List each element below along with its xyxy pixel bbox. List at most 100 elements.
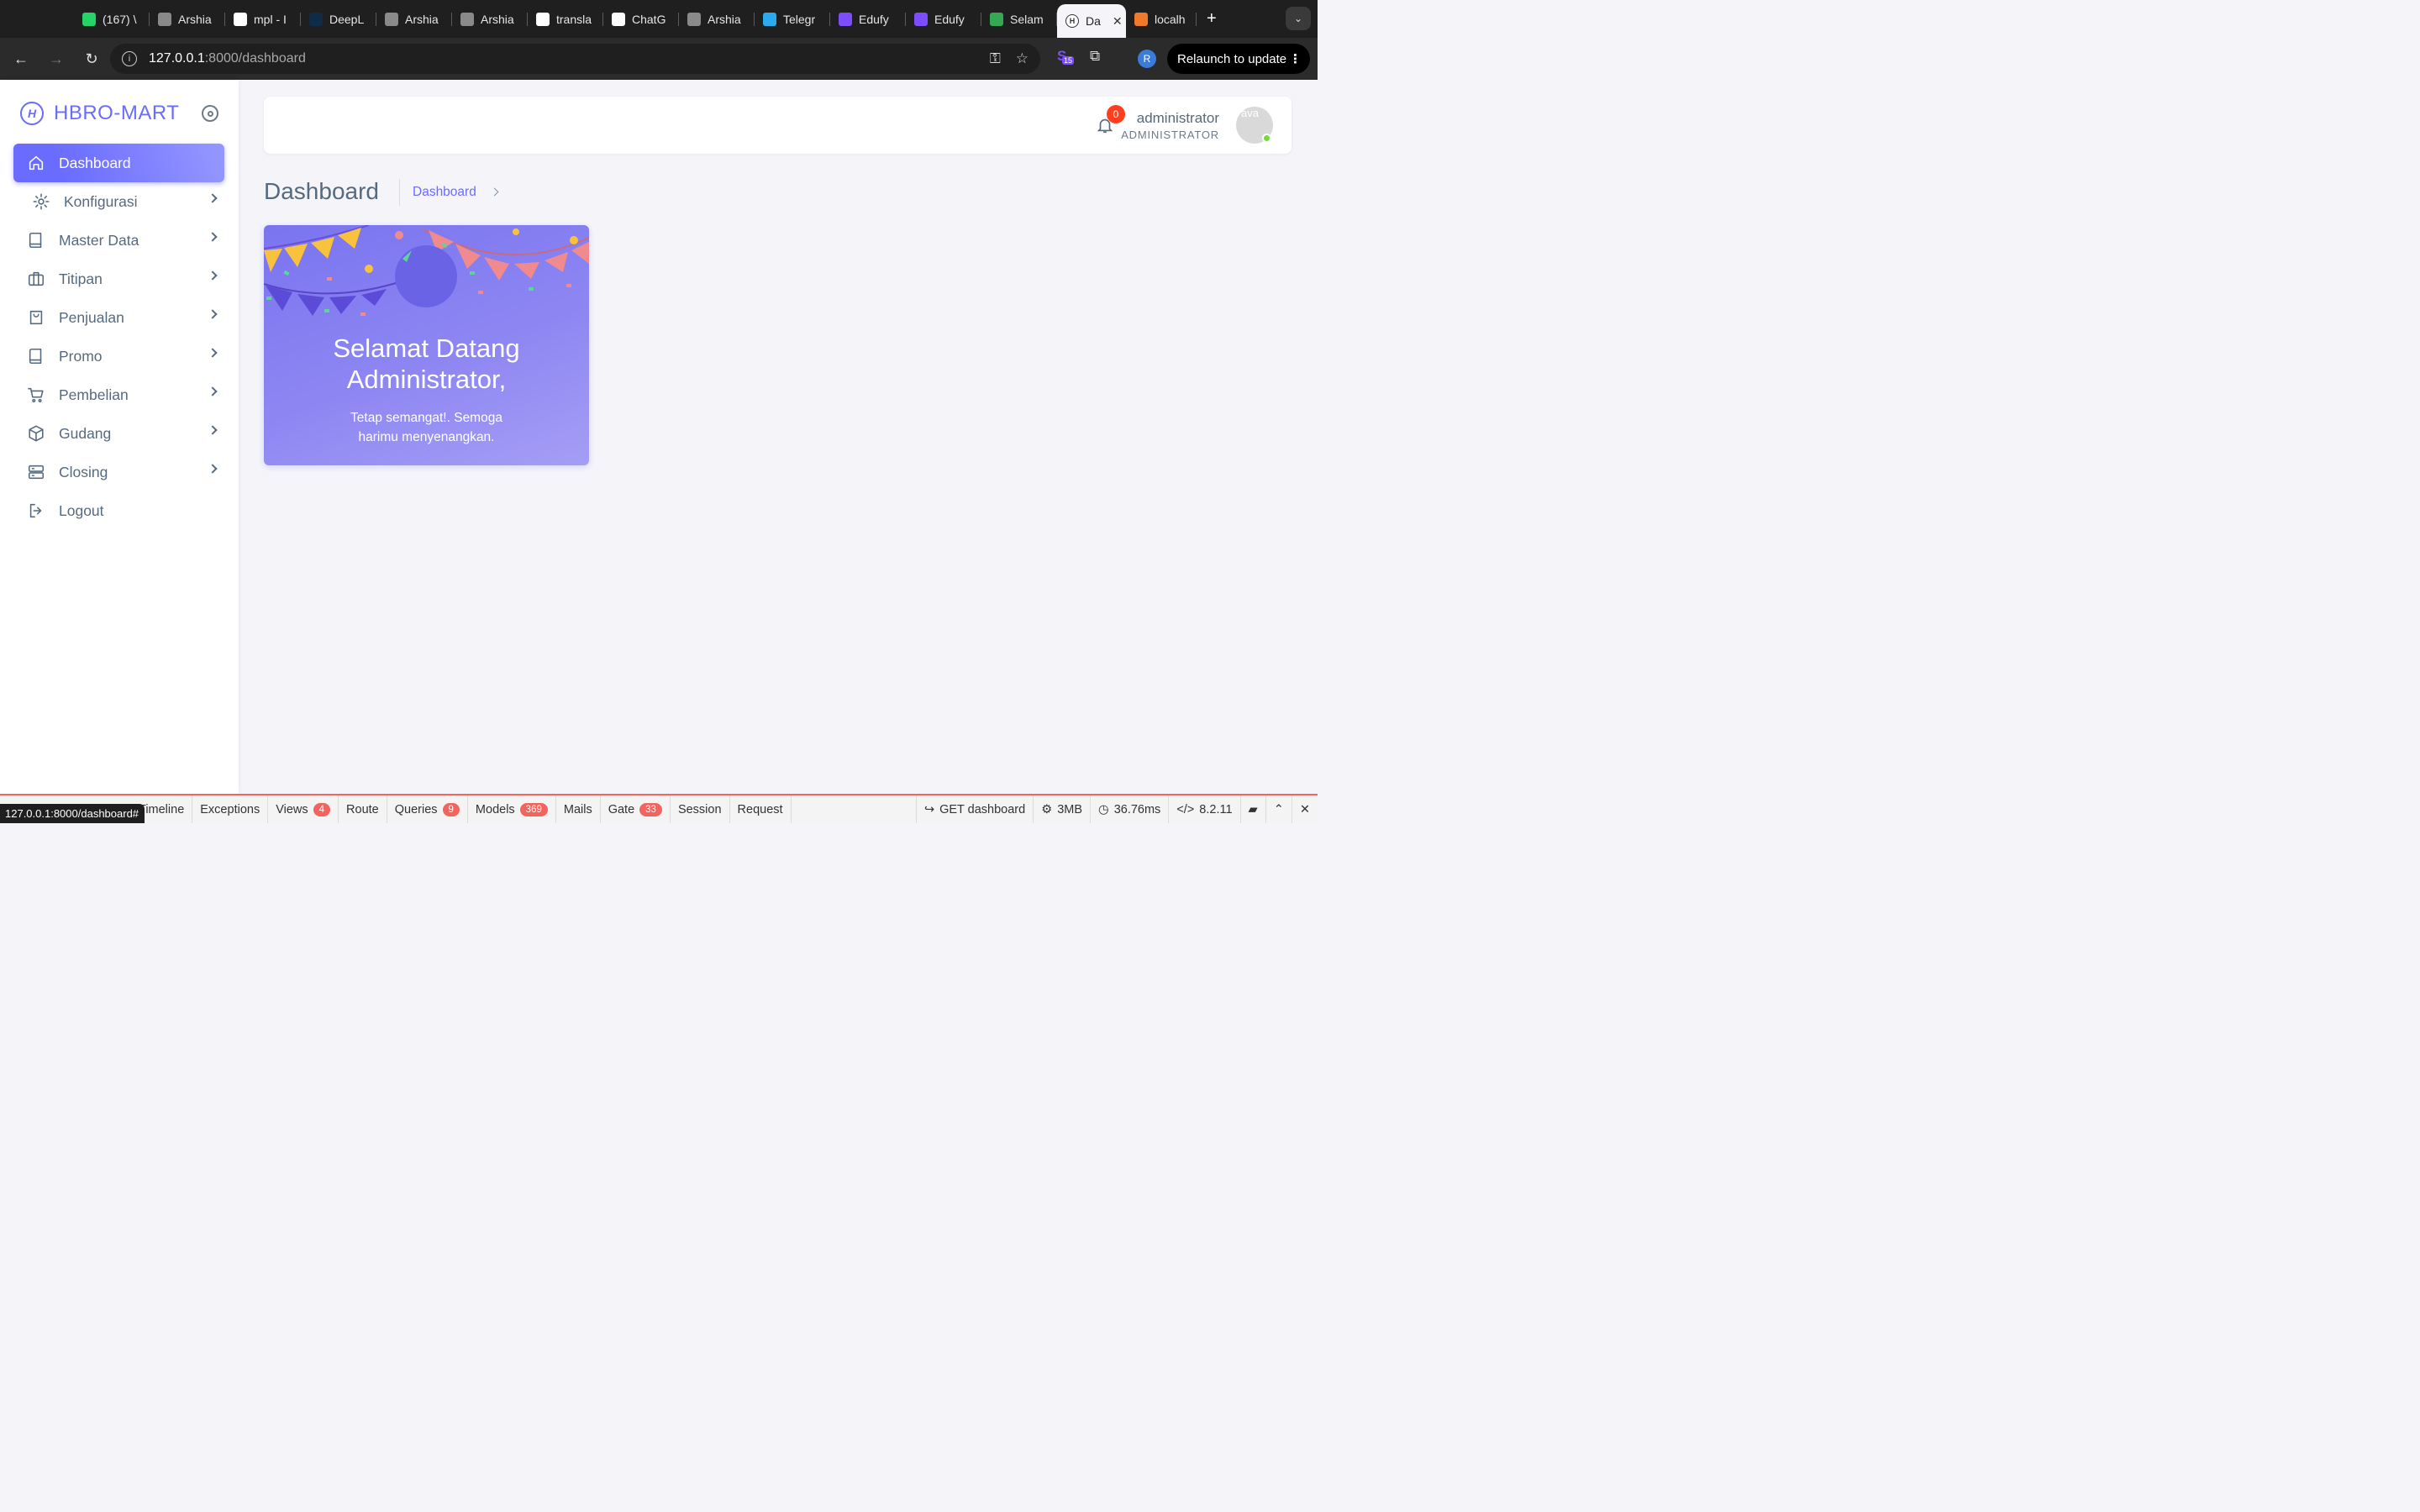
debugbar-tabs: Timeline Exceptions Views 4 Route Queries 9 Mod… — [131, 795, 792, 823]
profile-avatar[interactable]: R — [1138, 50, 1156, 68]
debugbar-tab-label: Views — [276, 802, 308, 816]
welcome-subtitle-line1: Tetap semangat!. Semoga — [350, 411, 502, 425]
image-icon — [687, 12, 701, 26]
sidebar-item-logout[interactable]: Logout — [13, 491, 224, 530]
chevron-right-icon — [208, 464, 218, 474]
debugbar-tab-gate[interactable]: Gate 33 — [601, 795, 671, 823]
server-icon — [27, 463, 45, 481]
browser-tab-label: Edufy — [859, 12, 889, 26]
chevron-right-icon — [208, 386, 218, 396]
browser-tab[interactable]: Selam — [981, 0, 1057, 38]
debugbar-tab-views[interactable]: Views 4 — [268, 795, 339, 823]
url-host: 127.0.0.1 — [149, 51, 205, 66]
browser-tab[interactable]: mpl - I — [225, 0, 301, 38]
browser-tab[interactable]: ChatG — [603, 0, 679, 38]
brand-logo-icon: H — [20, 102, 44, 125]
php-version: 8.2.11 — [1199, 802, 1233, 816]
new-tab-button[interactable]: + — [1197, 9, 1227, 29]
brand[interactable]: H HBRO-MART — [20, 102, 179, 125]
browser-tab[interactable]: Arshia — [150, 0, 225, 38]
request-info[interactable]: ↪ GET dashboard — [915, 795, 1033, 823]
brand-name: HBRO-MART — [54, 102, 180, 124]
browser-tab[interactable]: Edufy — [830, 0, 906, 38]
sidebar-item-gudang[interactable]: Gudang — [13, 414, 224, 453]
browser-tab-label: Selam — [1010, 12, 1044, 26]
debugbar-tab-request[interactable]: Request — [730, 795, 792, 823]
debugbar-tab-label: Route — [346, 802, 379, 816]
browser-tab-label: mpl - I — [254, 12, 287, 26]
sidebar-item-penjualan[interactable]: Penjualan — [13, 298, 224, 337]
breadcrumb[interactable]: Dashboard — [413, 185, 476, 200]
debugbar-tab-models[interactable]: Models 369 — [468, 795, 556, 823]
password-key-icon[interactable]: ⚿ — [990, 50, 1001, 67]
sidebar-item-konfigurasi[interactable]: Konfigurasi — [13, 182, 224, 221]
browser-tab-strip: (167) \ Arshia mpl - I DeepL Arshia Arshia tra… — [0, 0, 1318, 38]
browser-tab[interactable]: Edufy — [906, 0, 981, 38]
sidebar-item-promo[interactable]: Promo — [13, 337, 224, 375]
sidebar-item-pembelian[interactable]: Pembelian — [13, 375, 224, 414]
debugbar-count-badge: 9 — [442, 802, 460, 816]
forward-button[interactable]: → — [40, 43, 72, 75]
sidebar-item-closing[interactable]: Closing — [13, 453, 224, 491]
browser-tab[interactable]: DeepL — [301, 0, 376, 38]
address-bar[interactable]: i 127.0.0.1:8000/dashboard ⚿ ☆ — [110, 44, 1040, 74]
deepl-icon — [309, 12, 323, 26]
browser-tab[interactable]: transla — [528, 0, 603, 38]
bookmark-star-icon[interactable]: ☆ — [1016, 50, 1028, 67]
open-folder-icon[interactable]: ▰ — [1239, 795, 1265, 823]
sidebar-item-master-data[interactable]: Master Data — [13, 221, 224, 260]
extensions-puzzle-icon[interactable]: ⧉ — [1090, 48, 1100, 65]
tab-search-button[interactable]: ⌄ — [1286, 7, 1311, 30]
close-tab-icon[interactable]: ✕ — [1113, 14, 1123, 29]
browser-tab[interactable]: Arshia — [679, 0, 755, 38]
browser-tab[interactable]: Telegr — [755, 0, 830, 38]
shopping-bag-icon — [27, 308, 45, 327]
debugbar-tab-route[interactable]: Route — [339, 795, 387, 823]
debugbar-tab-queries[interactable]: Queries 9 — [387, 795, 468, 823]
notification-badge: 0 — [1107, 105, 1125, 123]
memory-label: 3MB — [1057, 802, 1083, 816]
sidebar-toggle-icon[interactable] — [202, 105, 218, 122]
whatsapp-icon — [82, 12, 96, 26]
extension-icon[interactable]: S 15 — [1057, 48, 1075, 65]
sidebar-item-dashboard[interactable]: Dashboard — [13, 144, 224, 182]
browser-tab[interactable]: localh — [1126, 0, 1197, 38]
site-info-icon[interactable]: i — [122, 51, 137, 66]
debugbar-tab-session[interactable]: Session — [671, 795, 730, 823]
chevron-right-icon — [208, 348, 218, 358]
chevron-right-icon — [208, 232, 218, 242]
relaunch-button[interactable]: Relaunch to update ⋮ — [1167, 44, 1310, 74]
box-icon — [27, 424, 45, 443]
image-icon — [460, 12, 474, 26]
chatgpt-icon — [612, 12, 625, 26]
hbro-icon: H — [1065, 14, 1079, 28]
debugbar-tab-label: Mails — [563, 802, 592, 816]
browser-tab-active[interactable]: H Da ✕ — [1057, 4, 1126, 38]
chevron-right-icon — [208, 425, 218, 435]
edufy-icon — [914, 12, 928, 26]
debugbar-tab-label: Queries — [394, 802, 438, 816]
browser-tab-label: Arshia — [708, 12, 741, 26]
reload-button[interactable]: ↻ — [76, 43, 108, 75]
browser-tab[interactable]: (167) \ — [74, 0, 150, 38]
menu-kebab-icon[interactable]: ⋮ — [1289, 51, 1302, 66]
book-icon — [27, 347, 45, 365]
browser-tab-label: ChatG — [632, 12, 666, 26]
status-bar-url: 127.0.0.1:8000/dashboard# — [0, 804, 145, 823]
close-icon[interactable]: ✕ — [1291, 795, 1318, 823]
sidebar-item-titipan[interactable]: Titipan — [13, 260, 224, 298]
code-icon: </> — [1176, 802, 1195, 816]
back-button[interactable]: ← — [5, 43, 37, 75]
gear-icon — [32, 192, 50, 211]
debugbar-tab-mails[interactable]: Mails — [556, 795, 601, 823]
browser-tab[interactable]: Arshia — [452, 0, 528, 38]
time-info[interactable]: ◷ 36.76ms — [1090, 795, 1168, 823]
page-title: Dashboard — [264, 178, 379, 204]
browser-tab[interactable]: Arshia — [376, 0, 452, 38]
user-name[interactable]: administrator — [1137, 110, 1219, 127]
debugbar-tab-label: Models — [475, 802, 515, 816]
cogs-icon: ⚙ — [1041, 802, 1053, 816]
maximize-icon[interactable]: ⌃ — [1265, 795, 1292, 823]
browser-tab-label: localh — [1155, 12, 1186, 26]
debugbar-tab-exceptions[interactable]: Exceptions — [192, 795, 269, 823]
